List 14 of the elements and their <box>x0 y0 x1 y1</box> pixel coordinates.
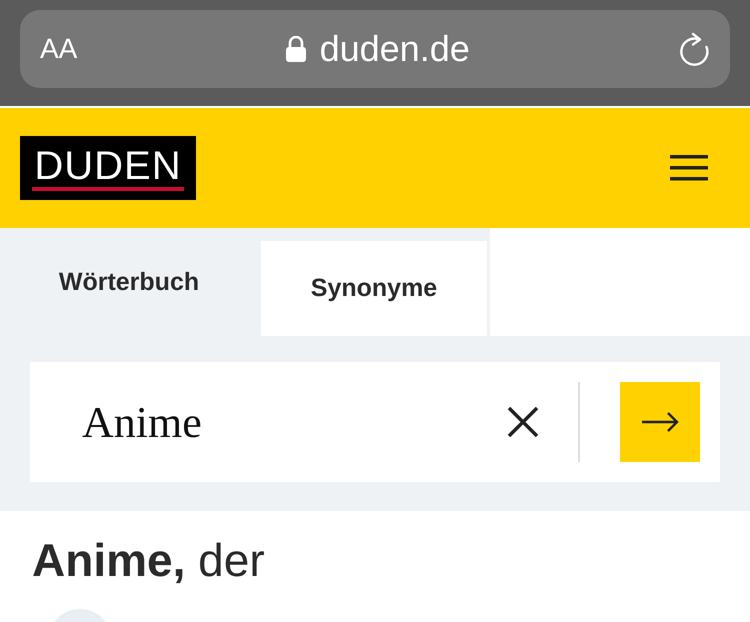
lock-icon <box>286 36 306 62</box>
search-input[interactable]: Anime <box>80 396 506 448</box>
clear-icon[interactable] <box>506 405 540 439</box>
headword: Anime, der <box>32 533 266 587</box>
reload-icon[interactable] <box>678 32 710 66</box>
duden-logo[interactable]: DUDEN <box>20 136 196 200</box>
search-bar[interactable]: Anime <box>30 362 720 482</box>
tab[interactable]: Synonyme <box>258 238 490 336</box>
search-button[interactable] <box>620 382 700 462</box>
menu-icon[interactable] <box>670 155 708 181</box>
url-text: duden.de <box>320 28 470 70</box>
arrow-right-icon <box>641 411 679 433</box>
address-bar[interactable]: AA duden.de <box>20 10 730 88</box>
text-size-button[interactable]: AA <box>40 33 78 65</box>
